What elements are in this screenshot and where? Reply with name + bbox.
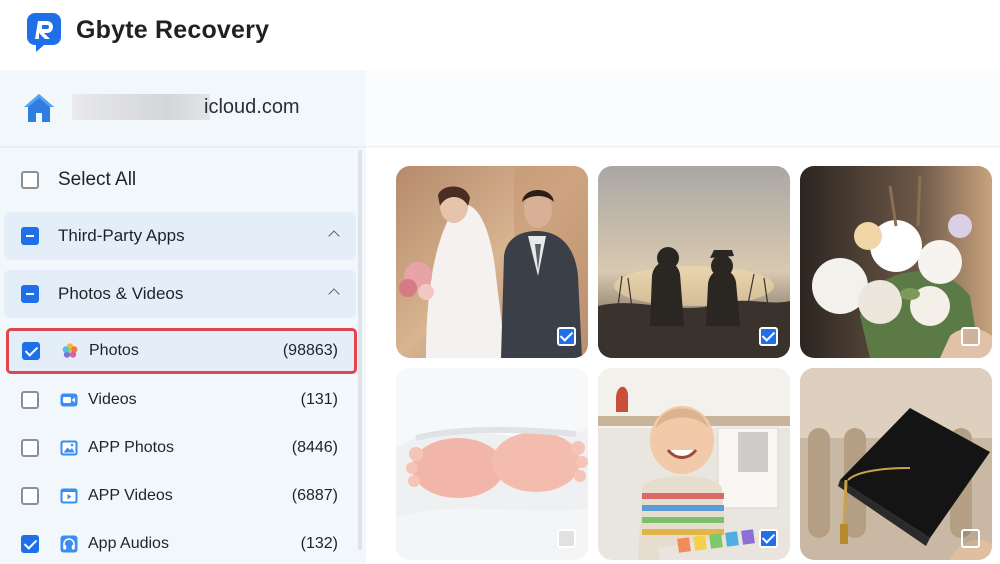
- app-header: Gbyte Recovery: [0, 0, 1000, 66]
- photos-icon: [62, 343, 78, 358]
- item-count: (8446): [291, 439, 338, 456]
- group-label: Photos & Videos: [58, 284, 184, 303]
- app-videos-icon: [60, 488, 78, 504]
- app-window: Gbyte Recovery icloud.com Select All Thi…: [0, 0, 1000, 564]
- item-count: (132): [300, 535, 338, 552]
- photo-thumbnail[interactable]: [598, 166, 790, 358]
- gbyte-logo-icon: [27, 13, 61, 52]
- photo-thumbnail[interactable]: [598, 368, 790, 560]
- sidebar-item-videos[interactable]: Videos (131): [4, 379, 356, 421]
- photo-thumbnail[interactable]: [396, 368, 588, 560]
- sidebar-item-photos[interactable]: Photos (98863): [6, 328, 357, 374]
- item-label: Photos: [89, 342, 139, 359]
- account-email-redacted: [72, 94, 210, 120]
- photo-thumbnail[interactable]: [396, 166, 588, 358]
- gallery-toolbar: [366, 70, 1000, 148]
- account-row[interactable]: icloud.com: [0, 70, 366, 146]
- photos-checkbox[interactable]: [22, 342, 40, 360]
- photo-select-checkbox[interactable]: [759, 327, 778, 346]
- sidebar-item-app-videos[interactable]: APP Videos (6887): [4, 475, 356, 517]
- group-third-party-apps[interactable]: Third-Party Apps: [4, 212, 356, 260]
- photo-select-checkbox[interactable]: [961, 327, 980, 346]
- item-label: APP Videos: [88, 487, 173, 504]
- photo-select-checkbox[interactable]: [759, 529, 778, 548]
- item-count: (6887): [291, 487, 338, 504]
- app-photos-icon: [60, 440, 78, 456]
- app-videos-checkbox[interactable]: [21, 487, 39, 505]
- photo-thumbnail[interactable]: [800, 368, 992, 560]
- select-all-row[interactable]: Select All: [0, 162, 366, 198]
- sidebar-scrollbar[interactable]: [358, 150, 362, 550]
- app-title: Gbyte Recovery: [76, 16, 270, 44]
- photo-select-checkbox[interactable]: [961, 529, 980, 548]
- photo-select-checkbox[interactable]: [557, 529, 576, 548]
- app-audios-checkbox[interactable]: [21, 535, 39, 553]
- item-label: App Audios: [88, 535, 169, 552]
- video-camera-icon: [60, 393, 78, 407]
- videos-checkbox[interactable]: [21, 391, 39, 409]
- group-photos-videos[interactable]: Photos & Videos: [4, 270, 356, 318]
- sidebar-item-app-audios[interactable]: App Audios (132): [4, 523, 356, 564]
- select-all-checkbox[interactable]: [21, 171, 39, 189]
- sidebar-item-app-photos[interactable]: APP Photos (8446): [4, 427, 356, 469]
- item-count: (131): [300, 391, 338, 408]
- photo-thumbnail[interactable]: [800, 166, 992, 358]
- gallery-panel: [366, 70, 1000, 564]
- group-label: Third-Party Apps: [58, 226, 185, 245]
- chevron-up-icon[interactable]: [328, 288, 340, 300]
- account-email: icloud.com: [204, 96, 300, 118]
- gallery-divider: [366, 146, 1000, 147]
- item-label: Videos: [88, 391, 137, 408]
- chevron-up-icon[interactable]: [328, 230, 340, 242]
- item-label: APP Photos: [88, 439, 174, 456]
- sidebar: icloud.com Select All Third-Party Apps P…: [0, 70, 366, 564]
- select-all-label: Select All: [58, 169, 137, 190]
- app-photos-checkbox[interactable]: [21, 439, 39, 457]
- headphones-icon: [60, 535, 78, 553]
- photos-videos-checkbox[interactable]: [21, 285, 39, 303]
- third-party-apps-checkbox[interactable]: [21, 227, 39, 245]
- photo-select-checkbox[interactable]: [557, 327, 576, 346]
- item-count: (98863): [282, 342, 338, 359]
- sidebar-divider: [0, 146, 366, 148]
- home-icon: [24, 94, 54, 122]
